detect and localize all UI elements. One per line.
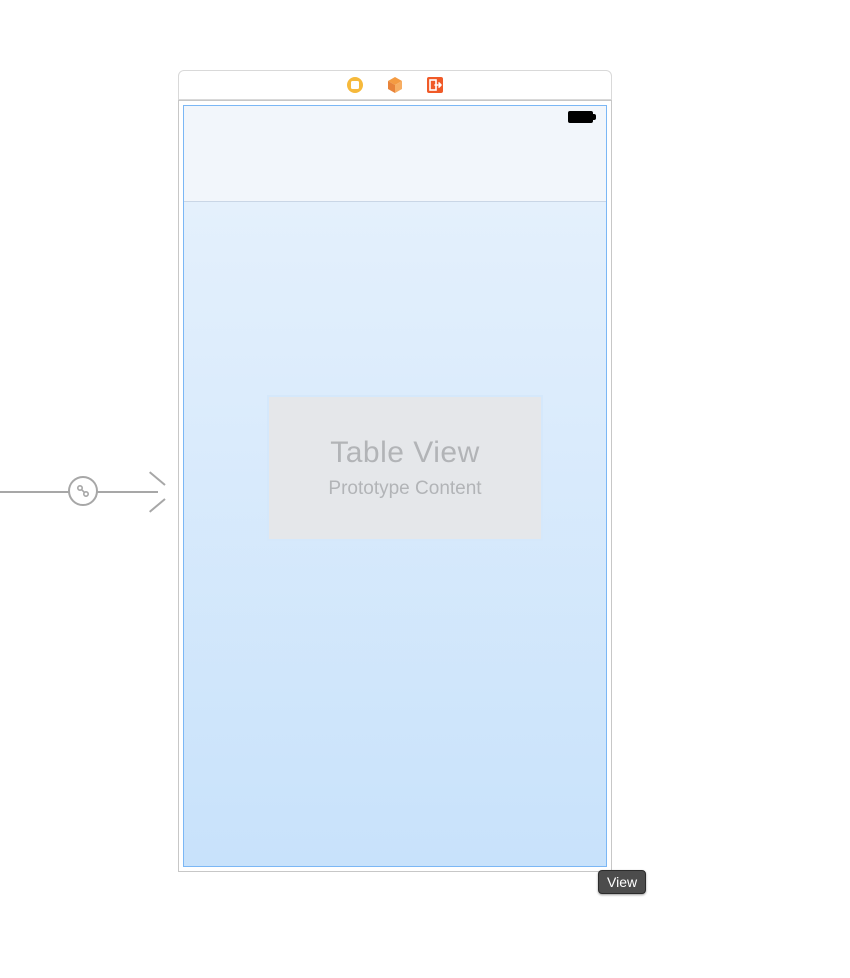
first-responder-icon[interactable] bbox=[386, 76, 404, 94]
view-controller-icon[interactable] bbox=[346, 76, 364, 94]
table-view-subtitle: Prototype Content bbox=[328, 478, 481, 500]
table-view-placeholder[interactable]: Table View Prototype Content bbox=[267, 395, 543, 541]
selection-badge: View bbox=[598, 870, 646, 894]
view-controller-scene[interactable]: Table View Prototype Content bbox=[178, 70, 612, 872]
navigation-bar[interactable] bbox=[184, 128, 606, 202]
scene-titlebar[interactable] bbox=[178, 70, 612, 100]
device-frame[interactable]: Table View Prototype Content bbox=[178, 100, 612, 872]
entry-point-segue[interactable] bbox=[0, 472, 178, 512]
table-view-title: Table View bbox=[330, 436, 480, 470]
battery-icon bbox=[568, 111, 596, 123]
segue-origin-icon bbox=[68, 476, 98, 506]
status-bar bbox=[184, 106, 606, 128]
exit-icon[interactable] bbox=[426, 76, 444, 94]
